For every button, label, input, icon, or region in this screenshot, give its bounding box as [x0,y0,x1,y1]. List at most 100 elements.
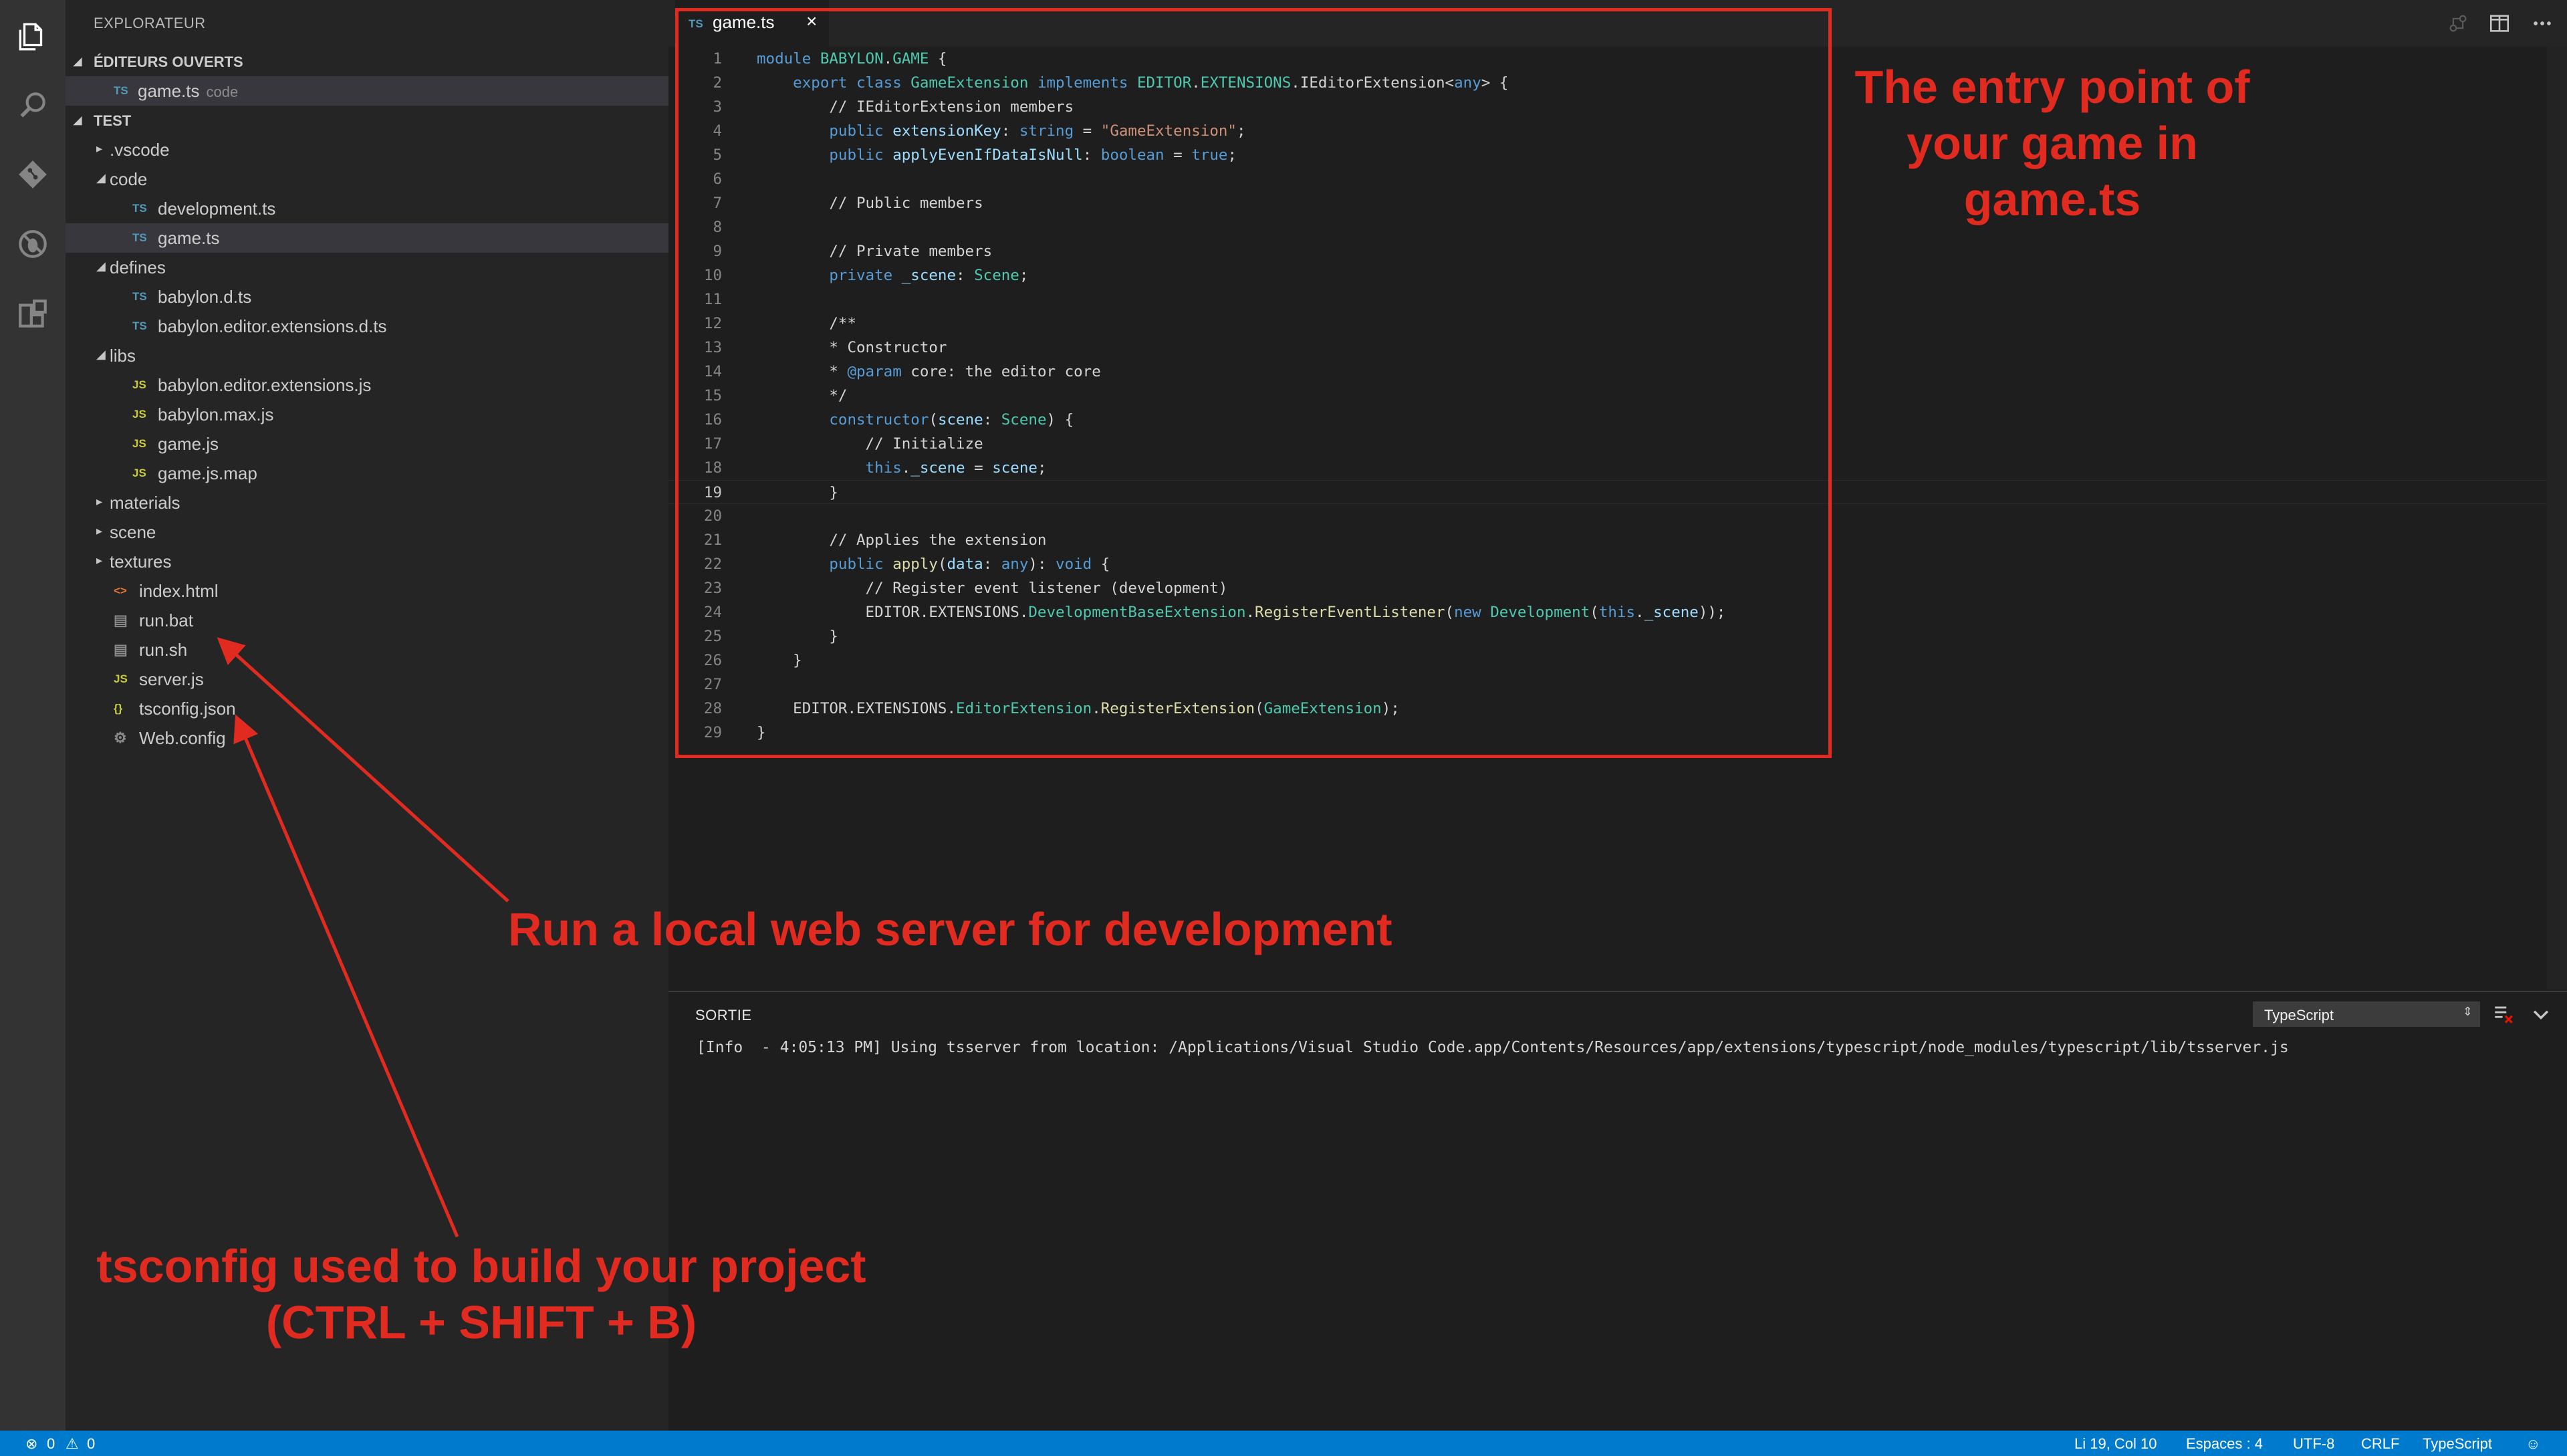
file-item[interactable]: ▤ run.sh [66,635,668,664]
folder-item[interactable]: ▸ textures [66,547,668,576]
typescript-file-icon: TS [132,320,147,332]
open-editors-section[interactable]: ◢ ÉDITEURS OUVERTS [66,47,668,76]
annotation-web-server: Run a local web server for development [508,903,1392,955]
annotation-tsconfig: tsconfig used to build your project (CTR… [96,1240,866,1348]
file-name: babylon.editor.extensions.d.ts [158,316,387,336]
file-name: tsconfig.json [139,699,236,719]
chevron-down-icon: ◢ [96,348,106,361]
warning-count[interactable]: 0 [87,1435,95,1453]
file-item[interactable]: TS babylon.editor.extensions.d.ts [66,312,668,341]
file-name: run.sh [139,640,188,660]
chevron-right-icon: ▸ [96,524,103,537]
typescript-file-icon: TS [132,290,147,303]
file-item[interactable]: JS server.js [66,664,668,694]
extensions-icon[interactable] [16,297,49,330]
file-item[interactable]: {} tsconfig.json [66,694,668,723]
file-name: server.js [139,669,204,689]
file-item[interactable]: <> index.html [66,576,668,606]
chevron-right-icon: ▸ [96,142,103,155]
file-name: run.bat [139,610,193,630]
file-item[interactable]: JS babylon.editor.extensions.js [66,370,668,400]
output-panel: SORTIE TypeScript ⇕ [Info - 4:05:13 PM] … [668,991,2567,1431]
file-item[interactable]: TS game.ts [66,223,668,253]
javascript-file-icon: JS [114,673,128,685]
feedback-smiley-icon[interactable]: ☺ [2526,1435,2540,1453]
chevron-down-icon: ◢ [74,56,82,68]
annotation-entry-point: The entry point of your game in game.ts [1854,61,2250,225]
file-icon: ▤ [114,612,128,628]
file-item[interactable]: ⚙ Web.config [66,723,668,753]
clear-output-icon[interactable] [2492,1003,2515,1025]
file-icon: ▤ [114,641,128,658]
error-count[interactable]: 0 [47,1435,55,1453]
chevron-down-icon: ◢ [96,171,106,185]
folder-name: scene [110,522,156,542]
file-name: babylon.max.js [158,404,274,424]
folder-item[interactable]: ◢ libs [66,341,668,370]
folder-name: textures [110,552,172,572]
file-name: index.html [139,581,219,601]
annotation-code-frame [675,8,1832,758]
javascript-file-icon: JS [132,408,146,420]
folder-item[interactable]: ▸ .vscode [66,135,668,164]
file-item[interactable]: ▤ run.bat [66,606,668,635]
file-item[interactable]: TS babylon.d.ts [66,282,668,312]
folder-name: code [110,169,148,189]
open-editor-item[interactable]: TS game.ts code [66,76,668,106]
typescript-file-icon: TS [132,231,147,244]
indentation[interactable]: Espaces : 4 [2186,1435,2263,1453]
chevron-down-icon[interactable] [2530,1003,2552,1025]
file-item[interactable]: TS development.ts [66,194,668,223]
javascript-file-icon: JS [132,467,146,479]
git-icon[interactable] [16,158,49,191]
open-changes-icon[interactable] [2447,12,2469,35]
output-text: [Info - 4:05:13 PM] Using tsserver from … [697,1039,2289,1056]
typescript-file-icon: TS [114,84,128,97]
file-item[interactable]: JS game.js.map [66,459,668,488]
folder-name: defines [110,257,166,277]
activity-bar [0,0,66,1431]
warning-icon[interactable]: ⚠ [66,1435,79,1453]
javascript-file-icon: JS [132,378,146,391]
json-file-icon: {} [114,702,123,715]
gear-icon: ⚙ [114,729,127,746]
folder-item[interactable]: ◢ code [66,164,668,194]
explorer-sidebar: EXPLORATEUR ◢ ÉDITEURS OUVERTS TS game.t… [66,0,668,1431]
file-name: game.js.map [158,463,257,483]
folder-item[interactable]: ◢ defines [66,253,668,282]
chevron-updown-icon: ⇕ [2462,1005,2473,1018]
encoding[interactable]: UTF-8 [2293,1435,2334,1453]
output-channel-select[interactable]: TypeScript ⇕ [2253,1001,2480,1027]
chevron-down-icon: ◢ [96,259,106,273]
folder-name: libs [110,346,136,366]
file-name: Web.config [139,728,226,748]
html-file-icon: <> [114,584,127,597]
language-mode[interactable]: TypeScript [2423,1435,2492,1453]
chevron-right-icon: ▸ [96,554,103,567]
cursor-position[interactable]: Li 19, Col 10 [2074,1435,2157,1453]
line-ending[interactable]: CRLF [2361,1435,2399,1453]
file-name: babylon.d.ts [158,287,252,307]
file-name: babylon.editor.extensions.js [158,375,372,395]
editor-scrollbar[interactable] [2547,47,2567,989]
search-icon[interactable] [16,88,49,122]
chevron-down-icon: ◢ [74,115,82,126]
debug-icon[interactable] [16,227,49,261]
folder-name: .vscode [110,140,170,160]
folder-name: materials [110,493,180,513]
file-item[interactable]: JS game.js [66,429,668,459]
open-editor-name: game.ts [138,81,200,101]
error-icon[interactable]: ⊗ [25,1435,37,1453]
file-name: development.ts [158,199,276,219]
folder-item[interactable]: ▸ scene [66,517,668,547]
panel-title: SORTIE [695,1007,752,1023]
file-item[interactable]: JS babylon.max.js [66,400,668,429]
split-editor-icon[interactable] [2488,12,2511,35]
workspace-section[interactable]: ◢ TEST [66,106,668,135]
javascript-file-icon: JS [132,437,146,450]
more-actions-icon[interactable] [2531,12,2554,35]
status-bar: ⊗ 0 ⚠ 0 Li 19, Col 10 Espaces : 4 UTF-8 … [0,1431,2567,1456]
folder-item[interactable]: ▸ materials [66,488,668,517]
file-name: game.ts [158,228,220,248]
files-icon[interactable] [16,20,49,53]
